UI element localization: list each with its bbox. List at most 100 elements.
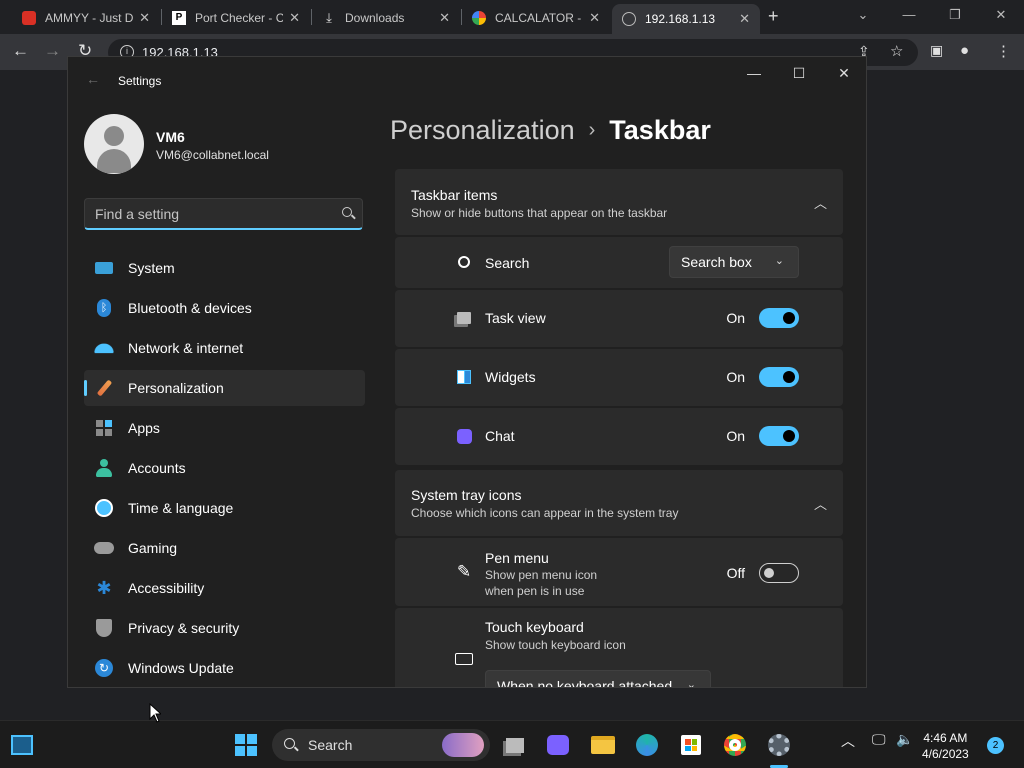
settings-window: ← Settings — ☐ ✕ VM6 VM6@collabnet.local… — [67, 56, 867, 688]
search-highlight-icon — [442, 733, 484, 757]
close-tab-icon[interactable]: ✕ — [739, 11, 750, 27]
chrome-icon[interactable] — [723, 733, 747, 757]
search-mode-dropdown[interactable]: Search box ⌄ — [669, 246, 799, 278]
minimize-icon[interactable]: — — [744, 65, 764, 81]
browser-tab-calculator[interactable]: CALCALATOR - ✕ — [462, 4, 610, 32]
pen-menu-toggle[interactable] — [759, 563, 799, 583]
widgets-toggle[interactable] — [759, 367, 799, 387]
widgets-icon — [455, 368, 473, 386]
side-panel-icon[interactable]: ▣ — [930, 42, 943, 59]
mouse-cursor-icon — [149, 703, 161, 723]
update-icon: ↻ — [94, 658, 114, 678]
browser-tab-port-checker[interactable]: P Port Checker - C ✕ — [162, 4, 310, 32]
chat-icon — [455, 427, 473, 445]
close-tab-icon[interactable]: ✕ — [139, 10, 150, 26]
bookmark-star-icon[interactable]: ☆ — [890, 42, 903, 60]
find-setting-search[interactable] — [84, 198, 363, 230]
chevron-up-icon[interactable]: ︿ — [814, 494, 827, 513]
close-icon[interactable]: ✕ — [834, 65, 854, 82]
nav-item-network[interactable]: Network & internet — [84, 330, 365, 366]
nav-item-time-language[interactable]: Time & language — [84, 490, 365, 526]
teams-chat-icon[interactable] — [546, 733, 570, 757]
network-icon[interactable]: 🖵 — [872, 731, 886, 748]
task-view-icon — [455, 309, 473, 327]
chat-toggle[interactable] — [759, 426, 799, 446]
nav-item-apps[interactable]: Apps — [84, 410, 365, 446]
page-title: Taskbar — [609, 115, 711, 145]
nav-item-system[interactable]: System — [84, 250, 365, 286]
browser-tab-strip: AMMYY - Just D ✕ P Port Checker - C ✕ ⤓ … — [0, 0, 1024, 34]
accounts-icon — [94, 458, 114, 478]
keyboard-icon — [455, 650, 473, 668]
volume-icon[interactable]: 🔈 — [896, 731, 913, 748]
kebab-menu-icon[interactable]: ⋮ — [996, 42, 1011, 60]
taskbar-items-section[interactable]: Taskbar items Show or hide buttons that … — [395, 169, 843, 235]
system-tray-icons-section[interactable]: System tray icons Choose which icons can… — [395, 470, 843, 536]
file-explorer-icon[interactable] — [591, 733, 615, 757]
nav-item-gaming[interactable]: Gaming — [84, 530, 365, 566]
apps-icon — [94, 418, 114, 438]
google-icon — [472, 11, 486, 25]
user-name: VM6 — [156, 129, 185, 145]
nav-item-accessibility[interactable]: ✱ Accessibility — [84, 570, 365, 606]
maximize-icon[interactable]: ❐ — [932, 0, 978, 34]
chevron-up-icon[interactable]: ︿ — [841, 731, 855, 751]
touch-keyboard-dropdown[interactable]: When no keyboard attached ⌄ — [485, 670, 711, 688]
browser-tab-active-remote[interactable]: 192.168.1.13 ✕ — [612, 4, 760, 34]
forward-arrow-icon[interactable]: → — [44, 41, 61, 61]
shield-icon — [94, 618, 114, 638]
nav-item-personalization[interactable]: Personalization — [84, 370, 365, 406]
close-tab-icon[interactable]: ✕ — [589, 10, 600, 26]
maximize-icon[interactable]: ☐ — [789, 65, 809, 82]
new-tab-icon[interactable]: + — [768, 6, 779, 27]
gamepad-icon — [94, 538, 114, 558]
widgets-icon[interactable] — [10, 733, 34, 757]
browser-window-controls: ⌄ — ❐ ✕ — [840, 0, 1024, 34]
chevron-down-icon: ⌄ — [686, 679, 696, 688]
brush-icon — [94, 378, 114, 398]
nav-item-accounts[interactable]: Accounts — [84, 450, 365, 486]
task-view-toggle[interactable] — [759, 308, 799, 328]
store-icon[interactable] — [679, 733, 703, 757]
chevron-up-icon[interactable]: ︿ — [814, 193, 827, 212]
chevron-down-icon: ⌄ — [774, 255, 784, 267]
taskbar-search[interactable]: Search — [272, 729, 490, 761]
close-tab-icon[interactable]: ✕ — [289, 10, 300, 26]
accessibility-icon: ✱ — [96, 577, 112, 598]
task-view-icon[interactable] — [503, 733, 527, 757]
settings-titlebar: ← Settings — ☐ ✕ — [68, 57, 866, 105]
avatar[interactable] — [84, 114, 144, 174]
nav-item-privacy[interactable]: Privacy & security — [84, 610, 365, 646]
taskbar-clock[interactable]: 4:46 AM 4/6/2023 — [922, 730, 969, 762]
browser-tab-ammyy[interactable]: AMMYY - Just D ✕ — [12, 4, 160, 32]
minimize-icon[interactable]: — — [886, 0, 932, 34]
search-icon — [455, 253, 473, 271]
settings-gear-icon[interactable] — [766, 733, 792, 757]
search-icon — [284, 738, 295, 749]
search-input[interactable] — [95, 206, 325, 222]
start-icon[interactable] — [234, 733, 258, 757]
profile-icon[interactable]: ● — [960, 42, 969, 59]
search-icon[interactable] — [342, 207, 352, 217]
back-arrow-icon[interactable]: ← — [12, 41, 29, 61]
close-icon[interactable]: ✕ — [978, 0, 1024, 34]
bluetooth-icon: ᛒ — [94, 298, 114, 318]
windows-taskbar: Search ︿ 🖵 🔈 4:46 AM 4/6/2023 2 — [0, 720, 1024, 768]
search-setting-row: Search Search box ⌄ — [395, 237, 843, 288]
nav-item-windows-update[interactable]: ↻ Windows Update — [84, 650, 365, 686]
task-view-row: Task view On — [395, 290, 843, 347]
notification-badge[interactable]: 2 — [987, 737, 1004, 754]
back-arrow-icon[interactable]: ← — [86, 71, 100, 87]
breadcrumb: Personalization › Taskbar — [390, 115, 711, 146]
breadcrumb-parent[interactable]: Personalization — [390, 115, 575, 145]
chat-row: Chat On — [395, 408, 843, 465]
touch-keyboard-row: Touch keyboard Show touch keyboard icon … — [395, 608, 843, 688]
nav-item-bluetooth[interactable]: ᛒ Bluetooth & devices — [84, 290, 365, 326]
download-icon: ⤓ — [326, 10, 332, 25]
window-title: Settings — [118, 74, 162, 88]
edge-icon[interactable] — [635, 733, 659, 757]
user-profile[interactable] — [84, 114, 144, 174]
tab-search-icon[interactable]: ⌄ — [840, 0, 886, 34]
close-tab-icon[interactable]: ✕ — [439, 10, 450, 26]
browser-tab-downloads[interactable]: ⤓ Downloads ✕ — [312, 4, 460, 32]
